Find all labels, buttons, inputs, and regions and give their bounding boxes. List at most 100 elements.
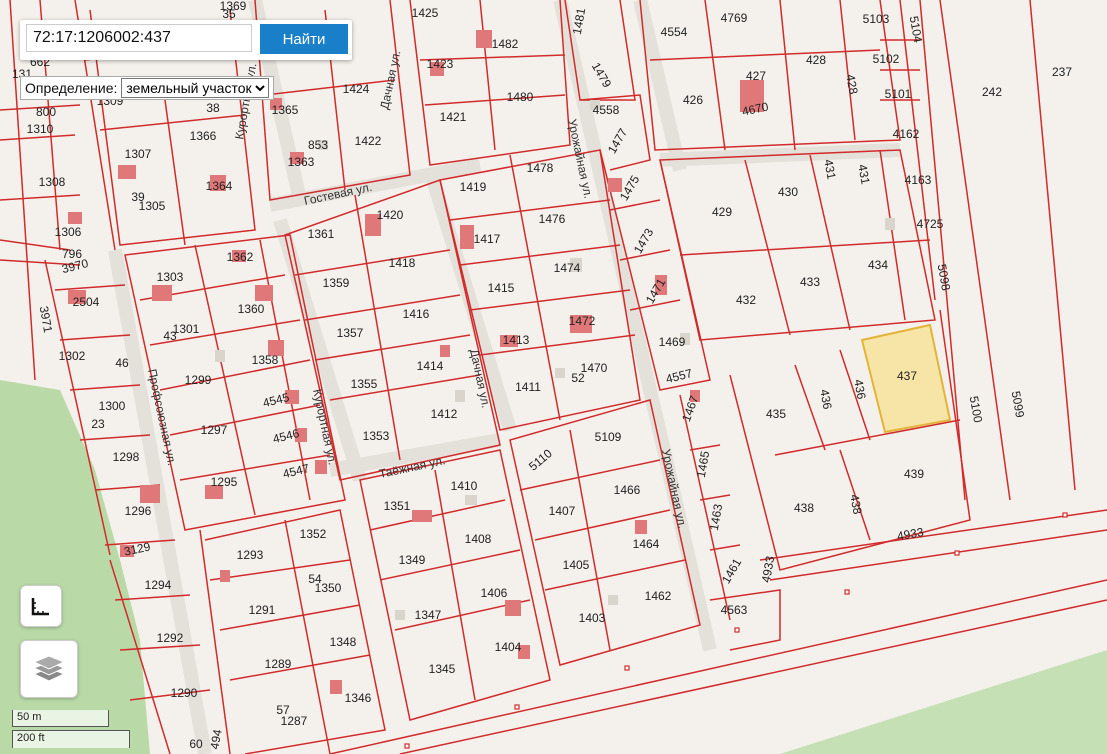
parcel-label-p4725: 4725 (917, 217, 944, 231)
parcel-label-p2504: 2504 (73, 295, 100, 309)
parcel-label-p433: 433 (800, 275, 820, 289)
parcel-label-p1415: 1415 (488, 281, 515, 295)
parcel-label-p1425: 1425 (412, 6, 439, 20)
parcel-label-p1348: 1348 (330, 635, 357, 649)
parcel-label-p1366: 1366 (190, 129, 217, 143)
parcel-label-p1462: 1462 (645, 589, 672, 603)
parcel-label-p5102: 5102 (873, 52, 900, 66)
parcel-label-p1423: 1423 (427, 57, 454, 71)
parcel-label-p1478: 1478 (527, 161, 554, 175)
measure-button[interactable] (20, 585, 62, 627)
parcel-label-p1422: 1422 (355, 134, 382, 148)
parcel-label-p800: 800 (36, 105, 56, 119)
scale-imperial: 200 ft (12, 730, 130, 748)
parcel-label-p5109: 5109 (595, 430, 622, 444)
parcel-label-p1406: 1406 (481, 586, 508, 600)
parcel-label-p1305: 1305 (139, 199, 166, 213)
parcel-label-p427: 427 (746, 69, 766, 83)
parcel-label-p1301: 1301 (173, 322, 200, 336)
layers-icon (32, 655, 66, 682)
parcel-label-p1347: 1347 (415, 608, 442, 622)
parcel-label-p1482: 1482 (492, 37, 519, 51)
parcel-label-p4162: 4162 (893, 127, 920, 141)
parcel-label-p430: 430 (778, 185, 798, 199)
parcel-label-p4558: 4558 (593, 103, 620, 117)
parcel-label-p1295: 1295 (211, 475, 238, 489)
parcel-label-p1358: 1358 (252, 353, 279, 367)
parcel-label-p1476: 1476 (539, 212, 566, 226)
parcel-label-p1293: 1293 (237, 548, 264, 562)
parcel-label-p242: 242 (982, 85, 1002, 99)
parcel-label-p437: 437 (897, 369, 917, 383)
parcel-label-p1408: 1408 (465, 532, 492, 546)
parcel-label-p1298: 1298 (113, 450, 140, 464)
parcel-label-p1466: 1466 (614, 483, 641, 497)
parcel-label-p1345: 1345 (429, 662, 456, 676)
parcel-label-p1412: 1412 (431, 407, 458, 421)
parcel-label-p1355: 1355 (351, 377, 378, 391)
parcel-label-p52: 52 (571, 371, 585, 385)
parcel-label-p1474: 1474 (554, 261, 581, 275)
parcel-label-p1349: 1349 (399, 553, 426, 567)
parcel-label-p1416: 1416 (403, 307, 430, 321)
parcel-label-p43: 43 (163, 329, 177, 343)
parcel-label-p1289: 1289 (265, 657, 292, 671)
parcel-label-p4769: 4769 (721, 11, 748, 25)
parcel-label-p1362: 1362 (227, 250, 254, 264)
parcel-label-p1410: 1410 (451, 479, 478, 493)
parcel-label-p434: 434 (868, 258, 888, 272)
parcel-label-p1417: 1417 (474, 232, 501, 246)
parcel-label-p46: 46 (115, 356, 129, 370)
parcel-label-p1364: 1364 (206, 179, 233, 193)
parcel-label-p432: 432 (736, 293, 756, 307)
parcel-label-p4163: 4163 (905, 173, 932, 187)
parcel-label-p1359: 1359 (323, 276, 350, 290)
parcel-label-p1424: 1424 (343, 82, 370, 96)
parcel-label-p1407: 1407 (549, 504, 576, 518)
parcel-label-p1360: 1360 (238, 302, 265, 316)
parcel-label-p1421: 1421 (440, 110, 467, 124)
parcel-label-p435: 435 (766, 407, 786, 421)
parcel-label-p1480: 1480 (507, 90, 534, 104)
parcel-label-p439: 439 (904, 467, 924, 481)
parcel-label-p1472: 1472 (569, 314, 596, 328)
parcel-label-p1351: 1351 (384, 499, 411, 513)
parcel-label-p1310: 1310 (27, 122, 54, 136)
parcel-label-p4563: 4563 (721, 603, 748, 617)
definition-select[interactable]: земельный участок (121, 78, 270, 98)
parcel-label-p5101: 5101 (885, 87, 912, 101)
parcel-label-p426: 426 (683, 93, 703, 107)
parcel-label-p1302: 1302 (59, 349, 86, 363)
search-button[interactable]: Найти (260, 24, 348, 54)
parcel-label-p1290: 1290 (171, 686, 198, 700)
parcel-label-p1469: 1469 (659, 335, 686, 349)
parcel-label-p35: 35 (222, 7, 236, 21)
parcel-label-p4554: 4554 (661, 25, 688, 39)
parcel-label-p1352: 1352 (300, 527, 327, 541)
parcel-label-p237: 237 (1052, 65, 1072, 79)
parcel-label-p23: 23 (91, 417, 105, 431)
parcel-label-p1287: 1287 (281, 714, 308, 728)
scale-metric: 50 m (12, 710, 109, 727)
parcel-label-p1307: 1307 (125, 147, 152, 161)
parcel-label-p1294: 1294 (145, 578, 172, 592)
parcel-label-p1414: 1414 (417, 359, 444, 373)
parcel-label-p1404: 1404 (495, 640, 522, 654)
cadastral-search-input[interactable] (26, 24, 252, 52)
parcel-label-p1346: 1346 (345, 691, 372, 705)
parcel-label-p1470: 1470 (581, 361, 608, 375)
parcel-label-p5103: 5103 (863, 12, 890, 26)
parcel-label-p1292: 1292 (157, 631, 184, 645)
cadastral-map[interactable]: Дачная ул. Курортная ул. Гостевая ул. Ур… (0, 0, 1107, 754)
parcel-label-p1303: 1303 (157, 270, 184, 284)
parcel-label-p853: 853 (308, 138, 328, 152)
parcel-label-p1418: 1418 (389, 256, 416, 270)
parcel-label-p1353: 1353 (363, 429, 390, 443)
search-panel: Найти (20, 20, 352, 60)
parcel-label-p1405: 1405 (563, 558, 590, 572)
parcel-label-p1363: 1363 (288, 155, 315, 169)
parcel-label-p1420: 1420 (377, 208, 404, 222)
parcel-label-p1300: 1300 (99, 399, 126, 413)
parcel-label-p1306: 1306 (55, 225, 82, 239)
layers-button[interactable] (20, 640, 78, 698)
